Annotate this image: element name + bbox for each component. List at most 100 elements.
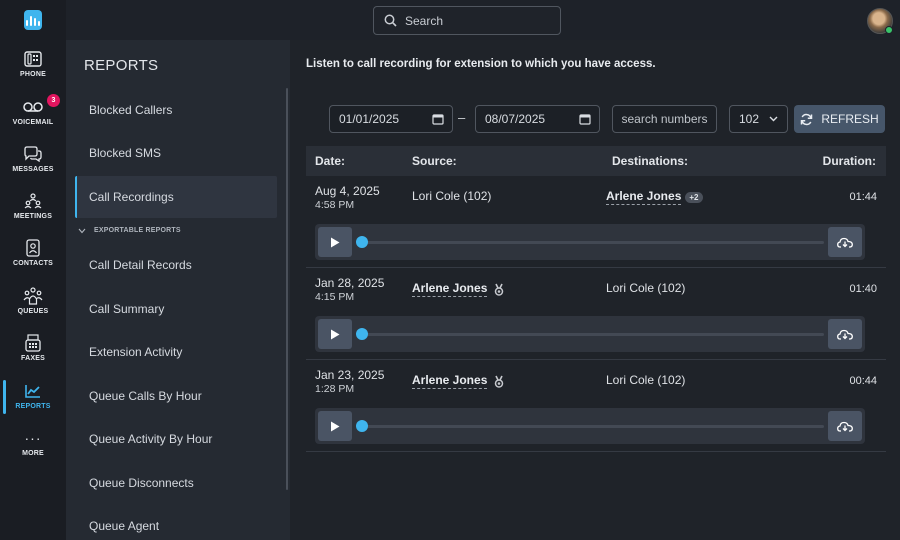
queue-medal-icon xyxy=(495,283,504,296)
meetings-icon xyxy=(0,192,66,210)
refresh-button[interactable]: REFRESH xyxy=(794,105,885,133)
sidebar-item-queue-agent[interactable]: Queue Agent xyxy=(75,505,277,540)
app-logo-icon[interactable] xyxy=(24,10,42,30)
sidebar-scrollbar[interactable] xyxy=(286,88,288,490)
playback-position-handle[interactable] xyxy=(356,420,368,432)
phone-icon xyxy=(0,50,66,68)
row-date: Jan 28, 2025 xyxy=(315,276,385,290)
row-source: Lori Cole (102) xyxy=(412,189,491,203)
date-from-input[interactable]: 01/01/2025 xyxy=(329,105,453,133)
rail-item-phone[interactable]: PHONE xyxy=(0,50,66,90)
rail-label: FAXES xyxy=(21,355,45,362)
refresh-icon xyxy=(801,113,813,125)
row-destination: Lori Cole (102) xyxy=(606,281,685,295)
table-header: Date: Source: Destinations: Duration: xyxy=(306,146,886,176)
row-source: Arlene Jones xyxy=(412,373,505,389)
download-button[interactable] xyxy=(828,411,862,441)
more-destinations-badge[interactable]: +2 xyxy=(685,191,703,203)
rail-label: MORE xyxy=(22,450,44,457)
rail-item-messages[interactable]: MESSAGES xyxy=(0,145,66,185)
playback-position-handle[interactable] xyxy=(356,236,368,248)
sidebar-item-blocked-sms[interactable]: Blocked SMS xyxy=(75,132,277,174)
row-duration: 01:44 xyxy=(849,191,877,203)
download-button[interactable] xyxy=(828,227,862,257)
rail-item-reports[interactable]: REPORTS xyxy=(0,380,66,422)
download-button[interactable] xyxy=(828,319,862,349)
rail-label: CONTACTS xyxy=(13,260,53,267)
play-button[interactable] xyxy=(318,319,352,349)
playback-track[interactable] xyxy=(362,425,824,428)
audio-player xyxy=(315,224,865,260)
rail-label: PHONE xyxy=(20,71,46,78)
search-placeholder: Search xyxy=(405,13,444,28)
column-header-source: Source: xyxy=(412,154,457,168)
row-time: 4:15 PM xyxy=(315,291,355,303)
destination-contact-link[interactable]: Arlene Jones xyxy=(606,189,682,205)
rail-label: MESSAGES xyxy=(12,166,54,173)
cloud-download-icon xyxy=(837,421,853,432)
play-icon xyxy=(331,329,340,339)
sidebar-item-call-summary[interactable]: Call Summary xyxy=(75,288,277,330)
play-icon xyxy=(331,421,340,431)
date-to-input[interactable]: 08/07/2025 xyxy=(475,105,600,133)
sidebar-item-extension-activity[interactable]: Extension Activity xyxy=(75,331,277,373)
calendar-icon xyxy=(432,114,444,125)
row-time: 4:58 PM xyxy=(315,199,355,211)
playback-track[interactable] xyxy=(362,241,824,244)
rail-item-contacts[interactable]: CONTACTS xyxy=(0,239,66,279)
sidebar-title: REPORTS xyxy=(84,57,159,74)
queues-icon xyxy=(0,287,66,305)
search-numbers-input[interactable]: search numbers xyxy=(612,105,717,133)
column-header-date: Date: xyxy=(315,154,346,168)
sidebar-item-call-recordings[interactable]: Call Recordings xyxy=(75,176,277,218)
rail-item-faxes[interactable]: FAXES xyxy=(0,334,66,374)
rail-label: REPORTS xyxy=(15,403,51,410)
cloud-download-icon xyxy=(837,329,853,340)
source-contact-link[interactable]: Arlene Jones xyxy=(412,373,488,389)
row-destination: Lori Cole (102) xyxy=(606,373,685,387)
rail-item-meetings[interactable]: MEETINGS xyxy=(0,192,66,232)
playback-track[interactable] xyxy=(362,333,824,336)
row-date: Aug 4, 2025 xyxy=(315,184,380,198)
audio-player xyxy=(315,316,865,352)
nav-rail: PHONE 3 VOICEMAIL MESSAGES MEETINGS CONT… xyxy=(0,0,66,540)
refresh-label: REFRESH xyxy=(821,112,879,126)
source-contact-link[interactable]: Arlene Jones xyxy=(412,281,488,297)
rail-item-voicemail[interactable]: 3 VOICEMAIL xyxy=(0,94,66,138)
play-icon xyxy=(331,237,340,247)
play-button[interactable] xyxy=(318,227,352,257)
date-to-value: 08/07/2025 xyxy=(485,112,546,126)
fax-icon xyxy=(0,334,66,352)
exportable-reports-section[interactable]: EXPORTABLE REPORTS xyxy=(78,227,181,234)
extension-select[interactable]: 102 xyxy=(729,105,788,133)
rail-item-queues[interactable]: QUEUES xyxy=(0,287,66,327)
rail-label: MEETINGS xyxy=(13,213,53,220)
rail-item-more[interactable]: ··· MORE xyxy=(0,429,66,469)
row-source: Arlene Jones xyxy=(412,281,505,297)
row-duration: 00:44 xyxy=(849,375,877,387)
messages-icon xyxy=(0,145,66,163)
sidebar-item-queue-activity-by-hour[interactable]: Queue Activity By Hour xyxy=(75,418,277,460)
play-button[interactable] xyxy=(318,411,352,441)
audio-player xyxy=(315,408,865,444)
sidebar-item-queue-calls-by-hour[interactable]: Queue Calls By Hour xyxy=(75,375,277,417)
sidebar-item-queue-disconnects[interactable]: Queue Disconnects xyxy=(75,462,277,504)
date-from-value: 01/01/2025 xyxy=(339,112,400,126)
section-label: EXPORTABLE REPORTS xyxy=(94,227,181,234)
playback-position-handle[interactable] xyxy=(356,328,368,340)
table-row: Jan 28, 2025 4:15 PM Arlene Jones Lori C… xyxy=(306,268,886,360)
table-row: Jan 23, 2025 1:28 PM Arlene Jones Lori C… xyxy=(306,360,886,452)
search-input[interactable]: Search xyxy=(373,6,561,35)
row-time: 1:28 PM xyxy=(315,383,355,395)
voicemail-count-badge: 3 xyxy=(47,94,60,107)
user-avatar[interactable] xyxy=(867,8,893,34)
row-duration: 01:40 xyxy=(849,283,877,295)
date-range-dash: – xyxy=(458,110,466,125)
calendar-icon xyxy=(579,114,591,125)
contacts-icon xyxy=(0,239,66,257)
sidebar-item-blocked-callers[interactable]: Blocked Callers xyxy=(75,89,277,131)
sidebar-item-call-detail-records[interactable]: Call Detail Records xyxy=(75,244,277,286)
chevron-down-icon xyxy=(769,116,778,122)
row-date: Jan 23, 2025 xyxy=(315,368,385,382)
column-header-destinations: Destinations: xyxy=(612,154,689,168)
